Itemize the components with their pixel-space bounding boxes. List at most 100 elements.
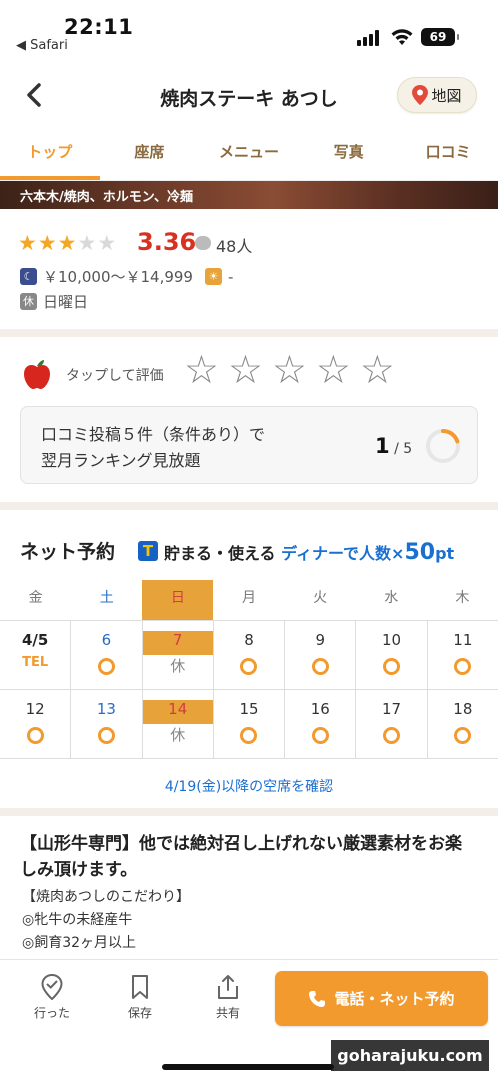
rate-star-4-icon[interactable]: ☆ xyxy=(316,351,351,391)
rating-star-icon: ★ xyxy=(97,231,117,255)
tab-bar: トップ 座席 メニュー 写真 口コミ xyxy=(0,128,498,181)
share-button[interactable]: 共有 xyxy=(198,974,258,1021)
availability-status xyxy=(428,724,498,746)
section-divider xyxy=(0,808,498,816)
lunch-price: - xyxy=(227,267,234,286)
wifi-icon xyxy=(391,29,413,45)
rating-star-icon: ★ xyxy=(57,231,77,255)
save-button[interactable]: 保存 xyxy=(110,974,170,1021)
progress-total: / 5 xyxy=(394,441,413,457)
campaign-progress: 1 / 5 xyxy=(375,434,412,458)
calendar-date: 7 xyxy=(142,631,213,655)
availability-status: TEL xyxy=(22,655,49,670)
review-count[interactable]: 48人 xyxy=(216,233,252,257)
rate-section: タップして評価 ☆ ☆ ☆ ☆ ☆ 口コミ投稿５件（条件あり）で 翌月ランキング見放題 … xyxy=(0,337,498,502)
calendar-day-cell[interactable]: 10 xyxy=(356,621,428,689)
calendar-day-cell[interactable]: 13 xyxy=(71,690,143,758)
rating-star-icon: ★ xyxy=(77,231,97,255)
apple-icon xyxy=(24,360,50,389)
calendar-date: 16 xyxy=(310,700,330,718)
rate-star-5-icon[interactable]: ☆ xyxy=(360,351,395,391)
campaign-line-2: 翌月ランキング見放題 xyxy=(41,451,201,470)
call-reserve-label: 電話・ネット予約 xyxy=(334,990,455,1008)
calendar-date: 4/5 xyxy=(21,631,49,649)
availability-status xyxy=(71,655,141,677)
holiday-row: 休 日曜日 xyxy=(20,291,88,312)
availability-status xyxy=(285,655,355,677)
dinner-price: ￥10,000～￥14,999 xyxy=(43,268,193,286)
watermark: goharajuku.com xyxy=(331,1040,489,1071)
calendar-date: 15 xyxy=(239,700,259,718)
price-row: ☾ ￥10,000～￥14,999 ☀ - xyxy=(20,266,233,287)
available-circle-icon xyxy=(383,727,401,744)
points-promo-middle: ディナーで人数× xyxy=(281,544,405,563)
calendar-day-cell[interactable]: 4/5 TEL xyxy=(0,621,72,689)
calendar-date: 11 xyxy=(453,631,473,649)
rate-star-1-icon[interactable]: ☆ xyxy=(184,351,219,391)
hero-image: 六本木/焼肉、ホルモン、冷麺 xyxy=(0,181,498,209)
tpoint-icon: T xyxy=(138,541,158,561)
calendar-day-cell[interactable]: 15 xyxy=(214,690,286,758)
weekday-label: 火 xyxy=(313,590,328,606)
calendar-date: 6 xyxy=(101,631,112,649)
campaign-text: 口コミ投稿５件（条件あり）で 翌月ランキング見放題 xyxy=(41,422,311,474)
calendar-date: 8 xyxy=(244,631,254,649)
available-circle-icon xyxy=(240,727,258,744)
went-button[interactable]: 行った xyxy=(22,974,82,1021)
availability-status: 休 xyxy=(170,657,186,675)
available-circle-icon xyxy=(454,658,472,675)
rate-star-3-icon[interactable]: ☆ xyxy=(272,351,307,391)
calendar-day-cell[interactable]: 12 xyxy=(0,690,72,758)
availability-status xyxy=(71,724,141,746)
holiday-badge: 休 xyxy=(20,293,37,310)
progress-ring xyxy=(426,429,460,463)
availability-calendar: 金土日月火水木 4/5 TEL 6 7 休 8 9 10 11 12 13 14 休 15 16 17 18 4… xyxy=(0,580,498,818)
reservation-title: ネット予約 xyxy=(20,541,116,563)
app-header: 焼肉ステーキ あつし 地図 xyxy=(0,64,498,128)
section-divider xyxy=(0,329,498,337)
available-circle-icon xyxy=(454,727,472,744)
speech-bubble-icon xyxy=(195,236,211,250)
map-button-label: 地図 xyxy=(431,86,462,105)
available-circle-icon xyxy=(26,727,44,744)
weekday-label: 土 xyxy=(99,590,114,606)
status-bar: 22:11 ◀ Safari 69 xyxy=(0,0,498,64)
calendar-day-cell[interactable]: 18 xyxy=(428,690,498,758)
back-to-safari-link[interactable]: ◀ Safari xyxy=(16,38,68,53)
tab-seats[interactable]: 座席 xyxy=(100,128,200,180)
call-reserve-button[interactable]: 電話・ネット予約 xyxy=(275,971,488,1026)
availability-status xyxy=(285,724,355,746)
went-label: 行った xyxy=(33,1006,70,1020)
holiday-value: 日曜日 xyxy=(43,293,89,311)
tap-to-rate-label: タップして評価 xyxy=(66,368,164,384)
calendar-date: 18 xyxy=(453,700,473,718)
calendar-day-cell[interactable]: 17 xyxy=(356,690,428,758)
location-check-icon xyxy=(41,974,63,1000)
sun-icon: ☀ xyxy=(204,268,222,285)
calendar-day-cell[interactable]: 11 xyxy=(428,621,498,689)
tab-top[interactable]: トップ xyxy=(0,128,100,180)
calendar-date: 13 xyxy=(96,700,116,718)
review-campaign-card[interactable]: 口コミ投稿５件（条件あり）で 翌月ランキング見放題 1 / 5 xyxy=(20,406,478,484)
calendar-day-cell[interactable]: 8 xyxy=(214,621,286,689)
calendar-date: 17 xyxy=(382,700,402,718)
tab-photos[interactable]: 写真 xyxy=(299,128,399,180)
calendar-date: 10 xyxy=(382,631,402,649)
map-button[interactable]: 地図 xyxy=(397,77,477,113)
description-line: 【焼肉あつしのこだわり】 xyxy=(22,889,190,905)
home-indicator xyxy=(162,1064,334,1070)
calendar-day-cell[interactable]: 6 xyxy=(71,621,143,689)
rating-star-icon: ★ xyxy=(18,231,37,255)
rate-star-2-icon[interactable]: ☆ xyxy=(228,351,263,391)
description-title: 【山形牛専門】他では絶対召し上げれない厳選素材をお楽しみ頂けます。 xyxy=(20,834,462,880)
availability-status: 休 xyxy=(170,726,186,744)
description-line: ◎牝牛の未経産牛 xyxy=(22,912,133,928)
calendar-day-cell[interactable]: 9 xyxy=(285,621,357,689)
bottom-action-bar: 行った 保存 共有 電話・ネット予約 goharajuku.com xyxy=(0,959,498,1080)
calendar-day-cell[interactable]: 16 xyxy=(285,690,357,758)
tab-menu[interactable]: メニュー xyxy=(199,128,299,180)
status-time: 22:11 xyxy=(64,15,134,39)
rating-stars: ★ ★ ★ ★ ★ xyxy=(18,232,116,254)
share-icon xyxy=(218,975,238,999)
tab-reviews[interactable]: 口コミ xyxy=(398,128,498,180)
